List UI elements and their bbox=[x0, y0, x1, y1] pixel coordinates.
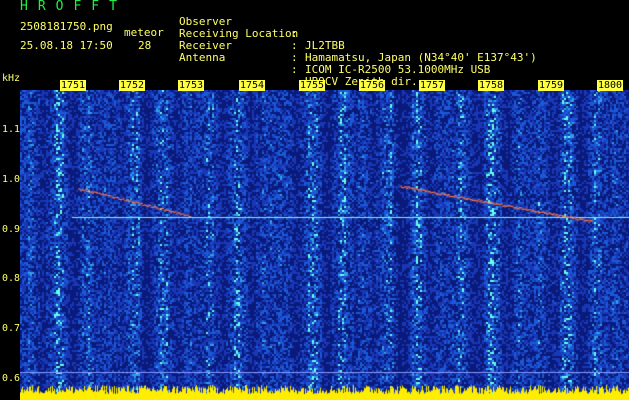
x-tick-label: 1757 bbox=[419, 80, 446, 91]
x-tick-label: 1758 bbox=[478, 80, 505, 91]
x-tick-label: 1759 bbox=[538, 80, 565, 91]
info-colon: : bbox=[291, 63, 298, 76]
x-tick-label: 1753 bbox=[178, 80, 205, 91]
info-key: Antenna bbox=[179, 51, 226, 64]
x-tick-label: 1751 bbox=[60, 80, 87, 91]
meteor-count: 28 bbox=[138, 39, 152, 52]
x-tick-label: 1752 bbox=[119, 80, 146, 91]
meteor-label: meteor bbox=[124, 26, 164, 39]
y-tick-label: 1.1 bbox=[2, 124, 21, 135]
x-tick-label: 1754 bbox=[239, 80, 266, 91]
y-axis-unit: kHz bbox=[2, 73, 21, 84]
app-logo: HROFFT bbox=[20, 0, 127, 14]
y-tick-label: 1.0 bbox=[2, 174, 21, 185]
x-tick-label: 1755 bbox=[299, 80, 326, 91]
spectrogram bbox=[20, 90, 629, 400]
timestamp: 25.08.18 17:50 bbox=[20, 39, 113, 52]
y-tick-label: 0.8 bbox=[2, 273, 21, 284]
y-tick-label: 0.6 bbox=[2, 373, 21, 384]
file-name: 2508181750.png bbox=[20, 20, 113, 33]
x-tick-label: 1800 bbox=[597, 80, 624, 91]
x-tick-label: 1756 bbox=[359, 80, 386, 91]
y-tick-label: 0.7 bbox=[2, 323, 21, 334]
y-tick-label: 0.9 bbox=[2, 224, 21, 235]
